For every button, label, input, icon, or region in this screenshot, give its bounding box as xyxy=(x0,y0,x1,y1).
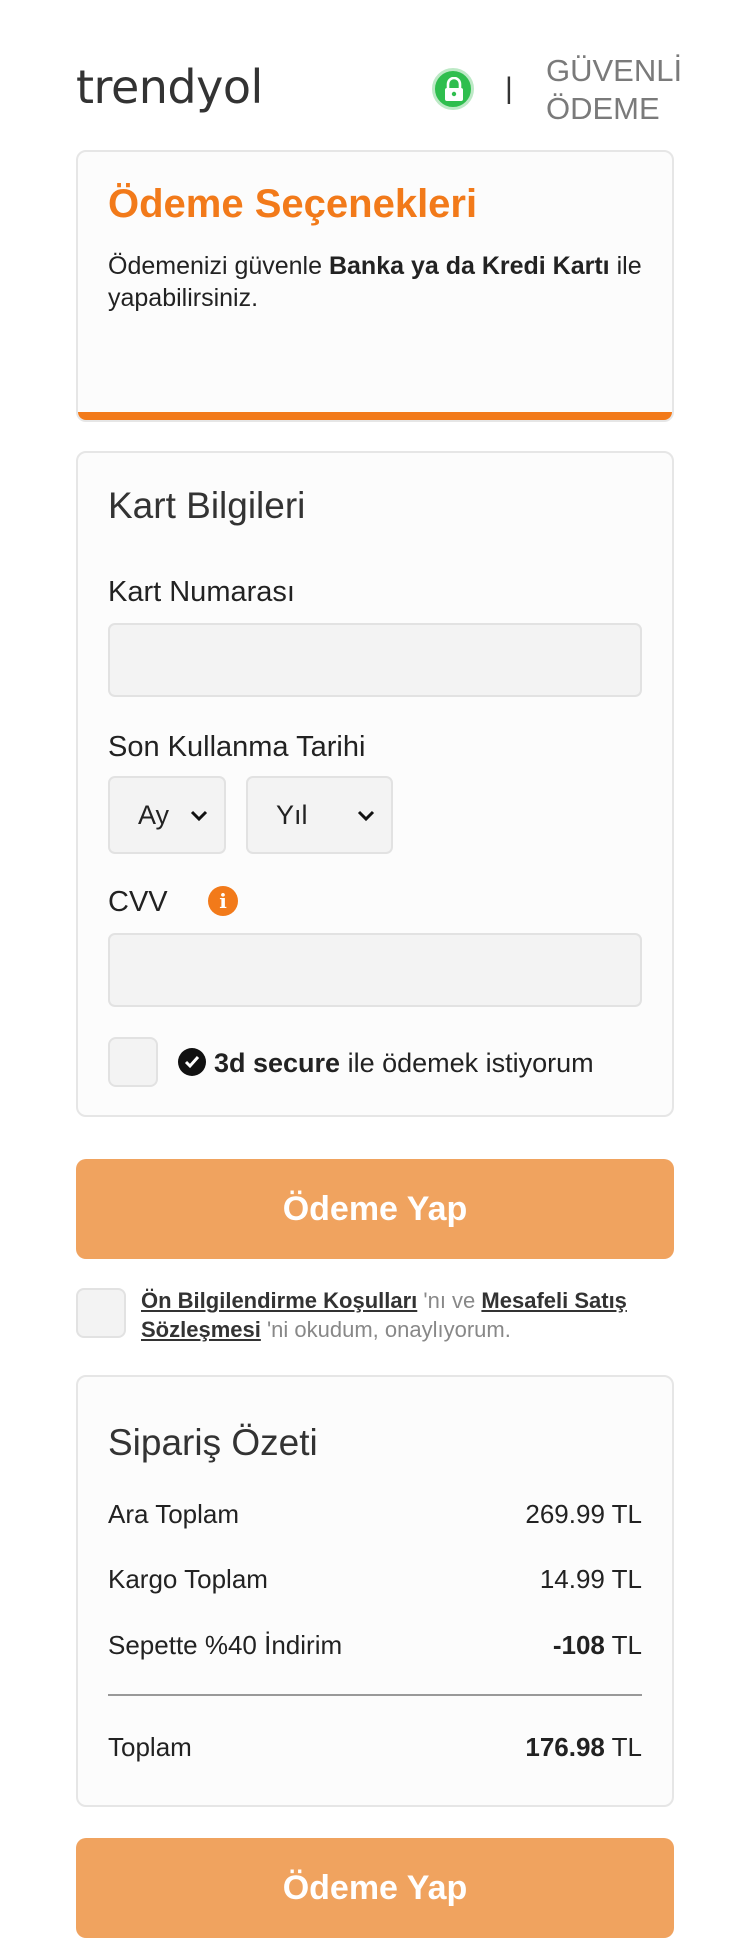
lock-icon xyxy=(432,68,474,110)
3d-secure-checkbox[interactable] xyxy=(108,1037,158,1087)
expiry-label: Son Kullanma Tarihi xyxy=(108,731,366,763)
agreement-checkbox[interactable] xyxy=(76,1288,126,1338)
card-number-input[interactable] xyxy=(108,623,642,697)
payment-options-title: Ödeme Seçenekleri xyxy=(108,182,478,226)
check-circle-icon xyxy=(178,1047,206,1076)
card-number-label: Kart Numarası xyxy=(108,576,295,608)
selected-option-bar xyxy=(78,412,672,420)
card-info-form: Kart Bilgileri Kart Numarası Son Kullanm… xyxy=(76,451,674,1117)
chevron-down-icon xyxy=(188,802,210,833)
trendyol-logo[interactable]: trendyol xyxy=(76,60,263,114)
cvv-label-row: CVV i xyxy=(108,886,308,920)
payment-options-description: Ödemenizi güvenle Banka ya da Kredi Kart… xyxy=(108,252,642,312)
info-icon[interactable]: i xyxy=(208,886,238,916)
expiry-month-select[interactable]: Ay xyxy=(108,776,226,854)
pre-information-link[interactable]: Ön Bilgilendirme Koşulları xyxy=(141,1288,417,1313)
order-summary-card: Sipariş Özeti Ara Toplam 269.99 TL Kargo… xyxy=(76,1375,674,1807)
3d-secure-label: 3d secure ile ödemek istiyorum xyxy=(178,1047,594,1079)
pay-button-bottom[interactable]: Ödeme Yap xyxy=(76,1838,674,1938)
agreement-text: Ön Bilgilendirme Koşulları 'nı ve Mesafe… xyxy=(141,1288,627,1342)
card-info-title: Kart Bilgileri xyxy=(108,485,306,526)
page-header: trendyol | GÜVENLİ ÖDEME xyxy=(76,40,682,140)
order-summary-title: Sipariş Özeti xyxy=(108,1422,318,1463)
header-separator: | xyxy=(505,72,513,105)
chevron-down-icon xyxy=(355,802,377,833)
summary-divider xyxy=(108,1694,642,1696)
expiry-year-select[interactable]: Yıl xyxy=(246,776,393,854)
secure-payment-label: GÜVENLİ ÖDEME xyxy=(546,53,683,126)
payment-options-card: Ödeme Seçenekleri Ödemenizi güvenle Bank… xyxy=(76,150,674,422)
pay-button[interactable]: Ödeme Yap xyxy=(76,1159,674,1259)
cvv-input[interactable] xyxy=(108,933,642,1007)
